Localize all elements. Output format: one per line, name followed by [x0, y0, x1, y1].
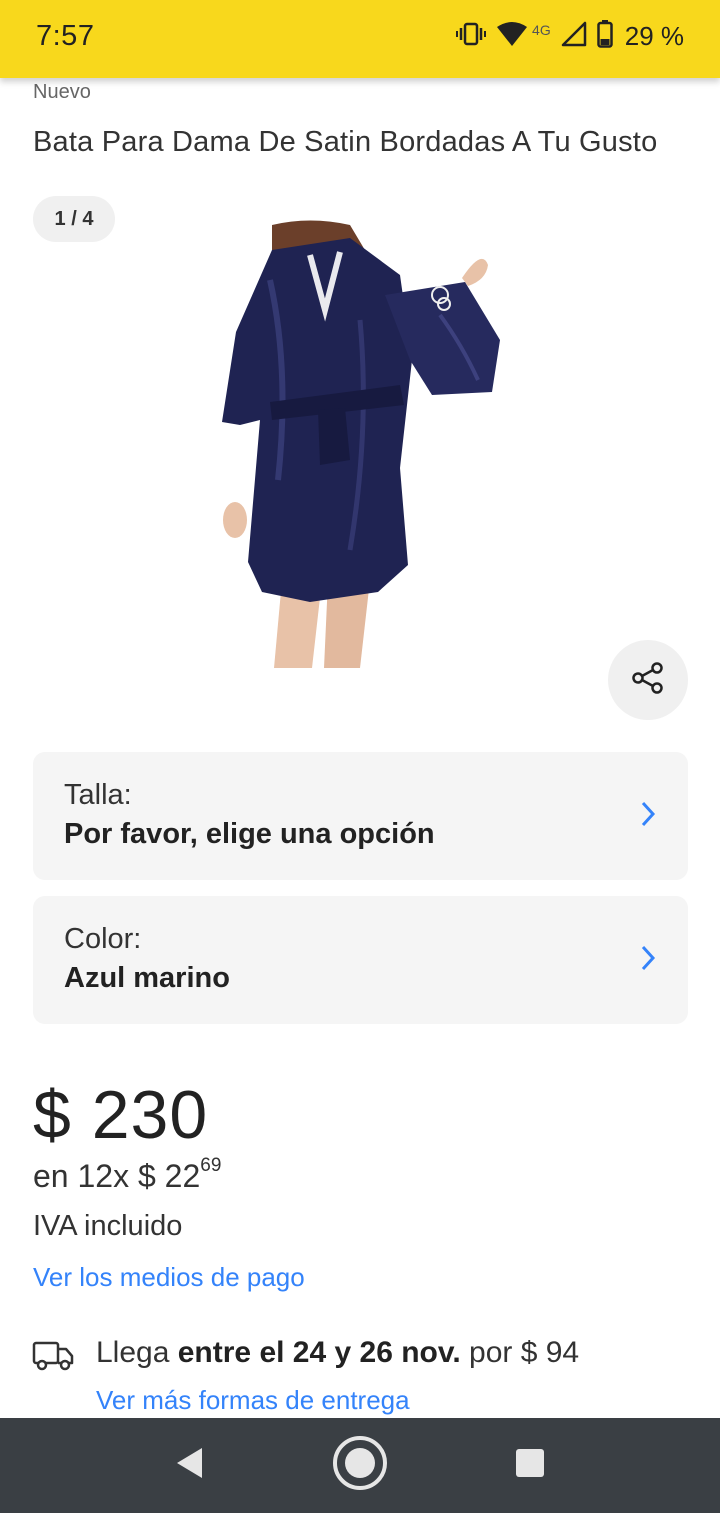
size-value: Por favor, elige una opción: [64, 818, 435, 850]
truck-icon: [32, 1338, 74, 1377]
delivery-dates: entre el 24 y 26 nov.: [177, 1336, 461, 1369]
wifi-icon: [496, 21, 528, 52]
back-icon: [174, 1446, 206, 1485]
status-time: 7:57: [36, 20, 95, 52]
battery-percentage: 29 %: [624, 21, 684, 51]
tax-note: IVA incluido: [33, 1210, 183, 1242]
navigation-bar: [0, 1418, 720, 1513]
recent-apps-icon: [514, 1447, 546, 1484]
delivery-cost: por $ 94: [460, 1336, 580, 1369]
size-picker[interactable]: Talla: Por favor, elige una opción: [33, 752, 688, 880]
more-delivery-options-link[interactable]: Ver más formas de entrega: [96, 1385, 410, 1416]
delivery-prefix: Llega: [96, 1336, 178, 1369]
share-button[interactable]: [608, 640, 688, 720]
recent-apps-button[interactable]: [490, 1418, 570, 1513]
product-condition: Nuevo: [33, 81, 91, 103]
chevron-right-icon: [640, 800, 656, 833]
network-type-label: 4G: [532, 21, 551, 38]
delivery-estimate: Llega entre el 24 y 26 nov. por $ 94: [96, 1336, 579, 1370]
home-icon: [332, 1435, 388, 1496]
battery-icon: [596, 20, 613, 53]
chevron-right-icon: [640, 944, 656, 977]
back-button[interactable]: [150, 1418, 230, 1513]
product-title: Bata Para Dama De Satin Bordadas A Tu Gu…: [33, 126, 658, 158]
share-icon: [631, 661, 665, 700]
installments: en 12x $ 2269: [33, 1155, 222, 1195]
color-value: Azul marino: [64, 962, 230, 994]
status-icons: 4G 29 %: [456, 20, 684, 53]
status-bar: 7:57 4G 29 %: [0, 0, 720, 78]
image-counter: 1 / 4: [33, 196, 115, 242]
price: $ 230: [33, 1077, 209, 1153]
product-image[interactable]: [200, 220, 520, 670]
size-label: Talla:: [64, 779, 132, 811]
signal-icon: [561, 21, 587, 52]
installments-cents: 69: [200, 1155, 222, 1177]
color-label: Color:: [64, 923, 142, 955]
payment-methods-link[interactable]: Ver los medios de pago: [33, 1262, 305, 1293]
home-button[interactable]: [320, 1418, 400, 1513]
vibrate-icon: [456, 22, 487, 51]
color-picker[interactable]: Color: Azul marino: [33, 896, 688, 1024]
installments-amount: en 12x $ 22: [33, 1158, 201, 1194]
